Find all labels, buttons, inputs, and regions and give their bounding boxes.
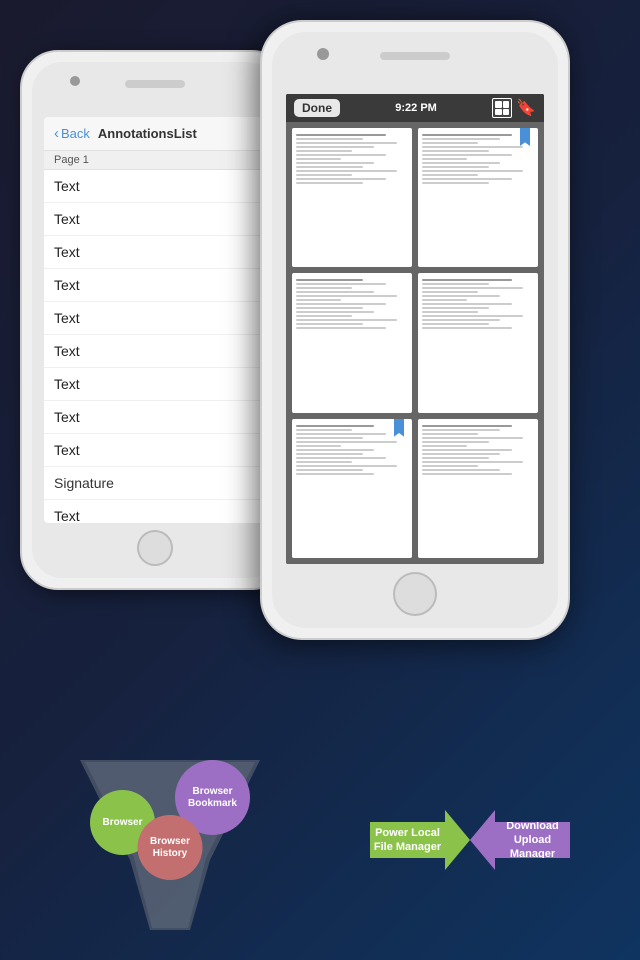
topbar-icons: 🔖 [492,98,536,118]
phone1-inner: ‹ Back AnnotationsList Page 1 Text Text … [32,62,278,578]
arrows-section: Power LocalFile Manager DownloadUploadMa… [370,810,570,870]
phone1-home-button[interactable] [137,530,173,566]
phone2-speaker [380,52,450,60]
chevron-left-icon: ‹ [54,125,59,142]
back-button[interactable]: ‹ Back [54,125,90,142]
list-item[interactable]: Text [44,302,266,335]
power-local-file-manager-arrow: Power LocalFile Manager [370,810,470,870]
page-thumbnail[interactable] [292,128,412,267]
page-thumbnail[interactable] [418,419,538,558]
list-item[interactable]: Text [44,269,266,302]
list-item[interactable]: Text [44,335,266,368]
phone1-navbar: ‹ Back AnnotationsList [44,117,266,151]
page-thumbnail-bookmarked[interactable] [418,128,538,267]
page-thumbnail-bookmarked[interactable] [292,419,412,558]
bookmark-icon[interactable]: 🔖 [516,98,536,118]
list-item[interactable]: Text [44,434,266,467]
arrow-right-label: Power LocalFile Manager [374,826,441,855]
signature-item[interactable]: Signature [44,467,266,500]
arrow-left-box: DownloadUploadManager [470,810,570,870]
phone1-speaker [125,80,185,88]
arrow-right-box: Power LocalFile Manager [370,810,470,870]
list-item[interactable]: Text [44,368,266,401]
list-item[interactable]: Text [44,236,266,269]
phone2-home-button[interactable] [393,572,437,616]
phone2-inner: Done 9:22 PM 🔖 [272,32,558,628]
phone2-screen: Done 9:22 PM 🔖 [286,94,544,564]
done-button[interactable]: Done [294,99,340,117]
phone2-topbar: Done 9:22 PM 🔖 [286,94,544,122]
bottom-section: Browser BrowserBookmark BrowserHistory P… [0,720,640,960]
list-item[interactable]: Text [44,401,266,434]
list-item[interactable]: Text [44,203,266,236]
arrow-left-label: DownloadUploadManager [506,819,559,862]
phone2: Done 9:22 PM 🔖 [260,20,570,640]
nav-title: AnnotationsList [98,126,197,141]
page-header: Page 1 [44,151,266,170]
pages-grid [286,122,544,564]
phone1-screen: ‹ Back AnnotationsList Page 1 Text Text … [44,117,266,523]
browser-history-circle: BrowserHistory [138,815,203,880]
phones-container: ‹ Back AnnotationsList Page 1 Text Text … [0,20,640,740]
grid-view-icon[interactable] [492,98,512,118]
back-label: Back [61,126,90,141]
phone1-camera [70,76,80,86]
phone1: ‹ Back AnnotationsList Page 1 Text Text … [20,50,290,590]
list-item[interactable]: Text [44,170,266,203]
funnel-diagram: Browser BrowserBookmark BrowserHistory [70,740,270,940]
page-thumbnail[interactable] [418,273,538,412]
status-time: 9:22 PM [395,102,437,114]
page-thumbnail[interactable] [292,273,412,412]
download-upload-manager-arrow: DownloadUploadManager [470,810,570,870]
list-item[interactable]: Text [44,500,266,523]
funnel-circles: Browser BrowserBookmark BrowserHistory [90,760,250,880]
phone2-camera [317,48,329,60]
